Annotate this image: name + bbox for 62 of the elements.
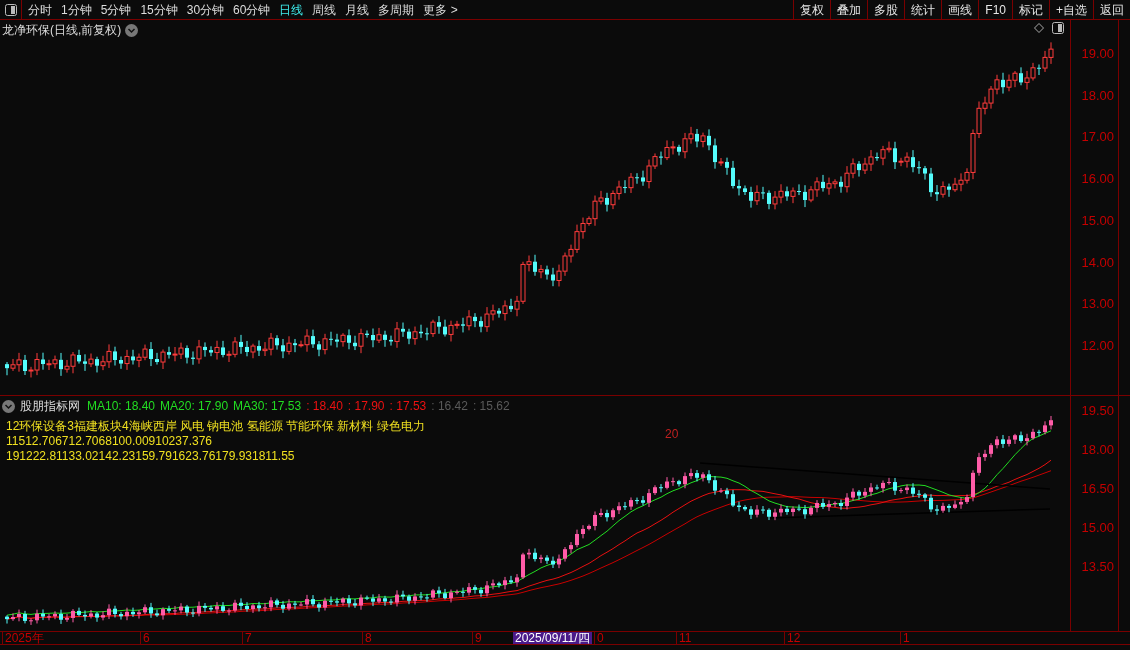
axis-label: 18.00 [1081,86,1114,105]
legend-value: : 17.53 [389,398,427,415]
toolbar-button[interactable]: 叠加 [830,0,868,19]
axis-label: 17.00 [1081,128,1114,147]
axis-label: 15.00 [1081,519,1114,537]
axis-label: 12.00 [1081,336,1114,355]
indicator-text: 12环保设备3福建板块4海峡西岸 风电 钠电池 氢能源 节能环保 新材料 绿色电力 [6,419,425,434]
period-tab[interactable]: 30分钟 [186,0,225,19]
date-label: 9 [472,632,484,644]
period-tab[interactable]: 60分钟 [233,0,271,19]
axis-label: 18.00 [1081,441,1114,459]
period-tab[interactable]: 分时 [28,0,52,19]
legend-value: : 16.42 [431,398,468,415]
period-tab[interactable]: 多周期 [378,0,415,19]
toolbar-button[interactable]: 统计 [904,0,942,19]
toolbar-button[interactable]: 多股 [867,0,905,19]
date-label: 8 [362,632,374,644]
legend-value: MA10: 18.40 [87,398,156,415]
date-label: 2025年 [2,632,46,644]
axis-label: 13.50 [1081,558,1114,576]
indicator-title: 股朋指标网 [20,398,80,415]
toolbar-button[interactable]: F10 [978,0,1012,19]
panel-toggle-icon[interactable] [4,3,17,16]
date-label: 12 [784,632,803,644]
panel-toggle-icon[interactable] [1052,22,1064,34]
toolbar-button[interactable]: +自选 [1049,0,1093,19]
date-label: 1 [900,632,912,644]
indicator-text: 11512.706712.7068100.00910237.376 [6,434,213,449]
toolbar-button[interactable]: 画线 [941,0,979,19]
period-tab[interactable]: 更多 > [423,0,458,19]
period-tab[interactable]: 周线 [312,0,337,19]
diamond-icon[interactable] [1034,23,1044,33]
date-label: 7 [242,632,254,644]
axis-label: 13.00 [1081,295,1114,314]
axis-label: 19.50 [1081,402,1114,420]
axis-label: 14.00 [1081,253,1114,272]
legend-value: : 18.40 [306,398,343,415]
legend-value: MA30: 17.53 [233,398,302,415]
date-label: 2025/09/11/四 [513,632,592,644]
axis-label: 15.00 [1081,211,1114,230]
period-tab[interactable]: 15分钟 [140,0,178,19]
period-tab[interactable]: 日线 [279,0,304,19]
indicator-text: 191222.81133.02142.23159.791623.76179.931811.55 [6,449,296,464]
axis-label: 16.00 [1081,170,1114,189]
legend-value: : 15.62 [472,398,510,415]
chart-title: 龙净环保(日线,前复权) [2,22,122,39]
chart-marker: 20 [665,426,679,443]
date-label: 11 [676,632,694,644]
chevron-down-icon[interactable] [2,399,15,413]
toolbar-button[interactable]: 返回 [1093,0,1130,19]
legend-value: MA20: 17.90 [160,398,229,415]
date-label: 0 [594,632,606,644]
toolbar-button[interactable]: 标记 [1012,0,1049,19]
period-tab[interactable]: 5分钟 [100,0,132,19]
chevron-down-icon[interactable] [125,23,139,37]
toolbar-button[interactable]: 复权 [793,0,831,19]
legend-value: : 17.90 [347,398,385,415]
period-tab[interactable]: 月线 [345,0,370,19]
date-label: 6 [140,632,152,644]
axis-label: 16.50 [1081,480,1114,498]
period-tab[interactable]: 1分钟 [61,0,92,19]
axis-label: 19.00 [1081,45,1114,63]
